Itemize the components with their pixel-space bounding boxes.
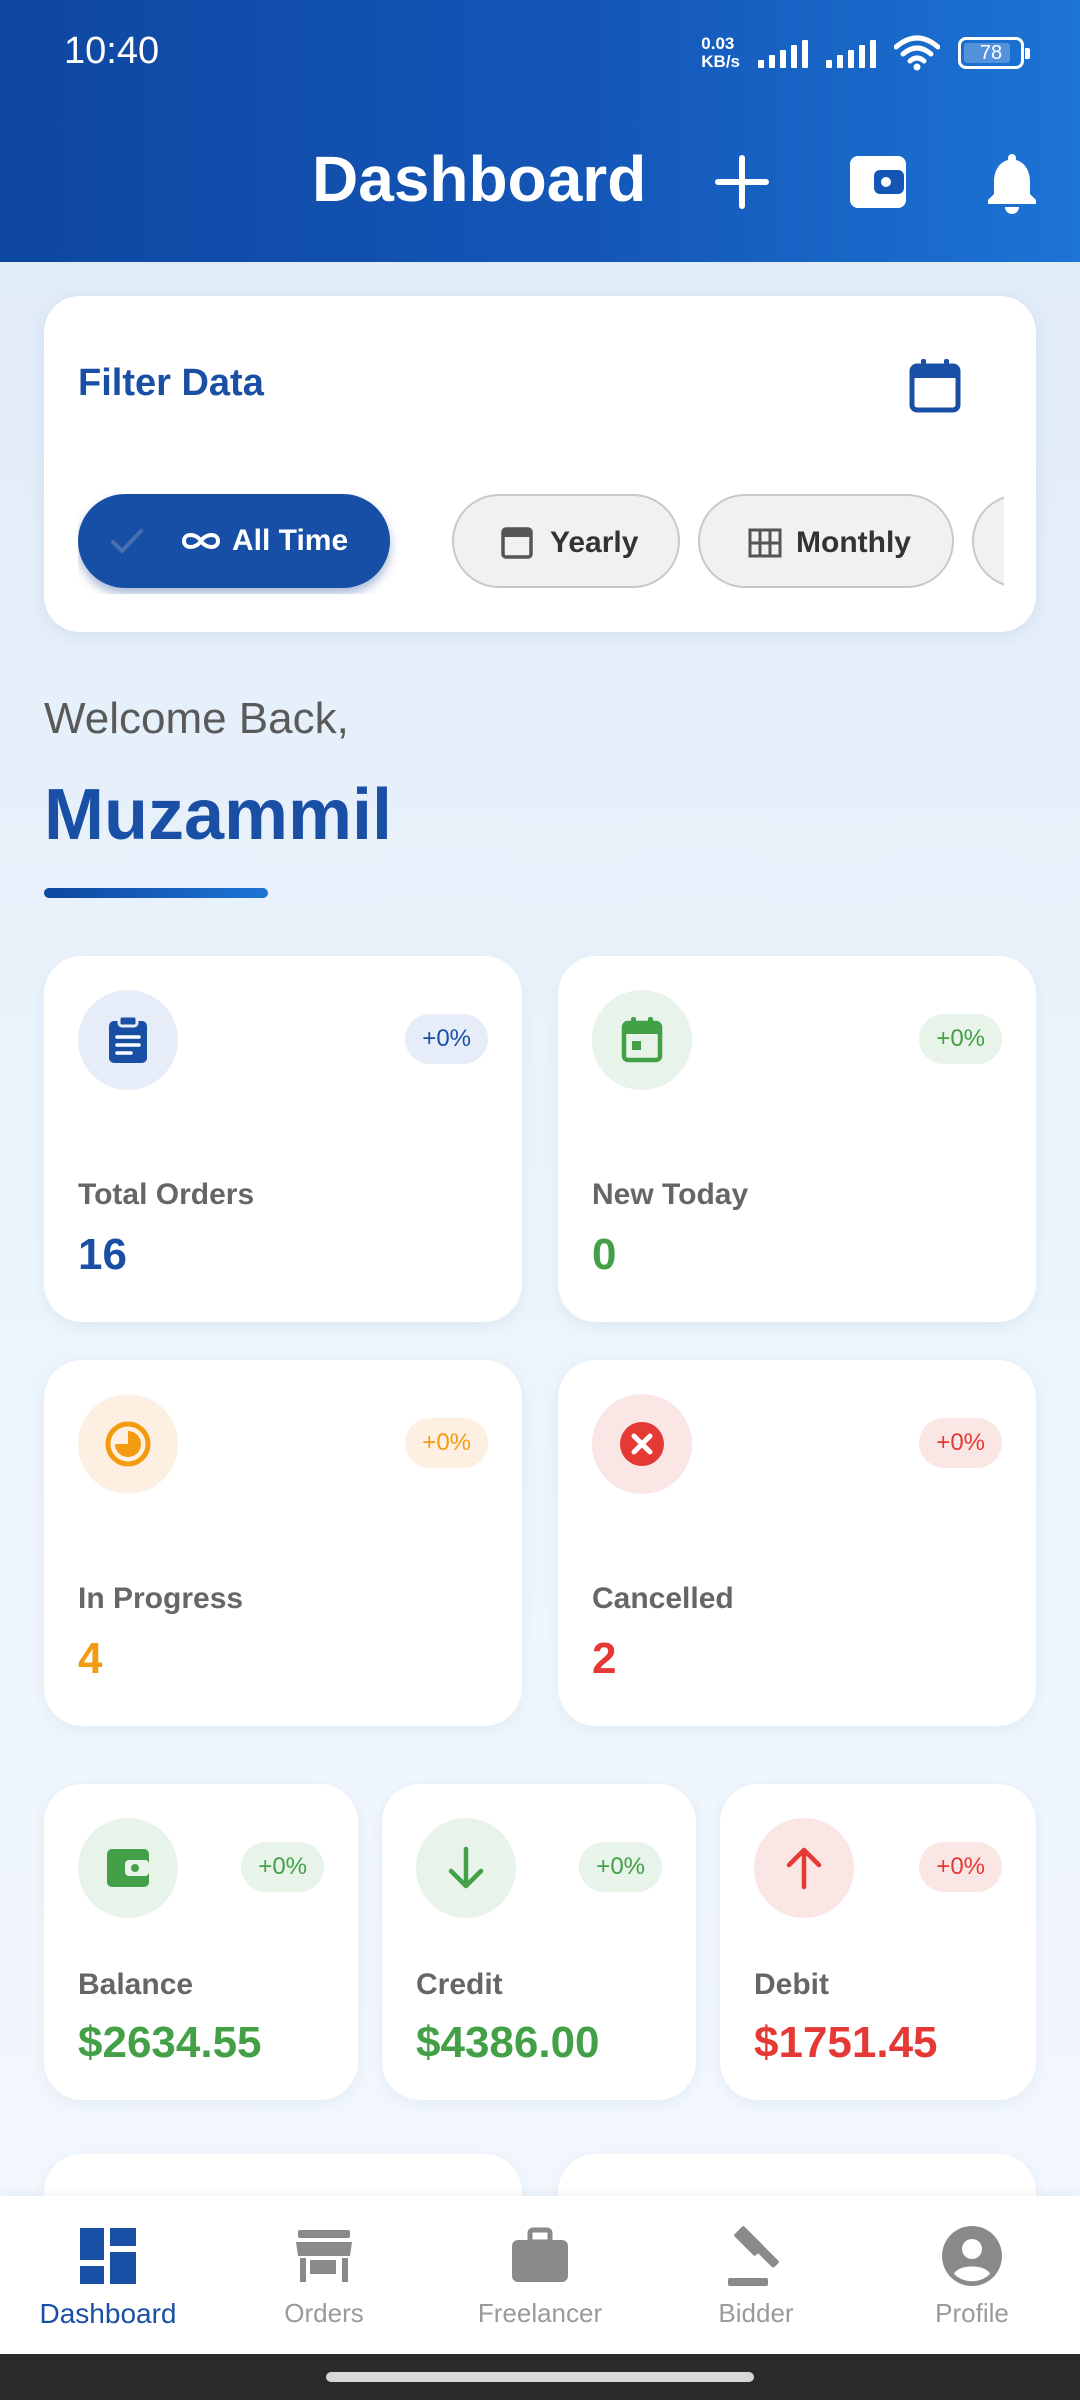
nav-label: Orders (284, 2298, 364, 2328)
wallet-icon[interactable] (846, 150, 910, 214)
gavel-icon (728, 2226, 779, 2286)
cancel-icon (592, 1394, 692, 1494)
add-icon[interactable] (710, 150, 774, 214)
finance-value: $2634.55 (78, 2018, 262, 2067)
finance-badge: +0% (579, 1842, 662, 1892)
stat-label: Total Orders (78, 1178, 255, 1211)
briefcase-icon (512, 2227, 568, 2282)
stat-value: 4 (78, 1634, 103, 1683)
nav-label: Freelancer (477, 2298, 603, 2328)
store-icon (296, 2230, 352, 2282)
finance-value: $4386.00 (416, 2018, 600, 2067)
stat-card-in-progress[interactable]: +0% In Progress 4 (44, 1360, 522, 1726)
status-time: 10:40 (64, 30, 160, 72)
chip-label: Monthly (796, 526, 911, 559)
check-icon (111, 529, 143, 554)
arrow-up-icon (754, 1818, 854, 1918)
nav-label: Bidder (718, 2298, 794, 2328)
title-underline (44, 888, 268, 898)
arrow-down-icon (416, 1818, 516, 1918)
chip-all-time[interactable]: All Time (78, 494, 390, 588)
user-name: Muzammil (44, 775, 393, 855)
infinity-icon (181, 533, 221, 549)
app-bar: 10:40 0.03 KB/s 78 Dashboard (0, 0, 1080, 262)
stat-card-new-today[interactable]: +0% New Today 0 (558, 956, 1036, 1322)
progress-clock-icon (78, 1394, 178, 1494)
system-nav-bar (0, 2354, 1080, 2400)
nav-dashboard[interactable]: Dashboard (0, 2196, 216, 2354)
finance-card-debit[interactable]: +0% Debit $1751.45 (720, 1784, 1036, 2100)
page-title: Dashboard (312, 143, 647, 215)
stat-value: 2 (592, 1634, 617, 1683)
chip-monthly[interactable]: Monthly (698, 494, 954, 588)
status-icons: 0.03 KB/s 78 (701, 30, 1030, 76)
wallet-icon (78, 1818, 178, 1918)
nav-orders[interactable]: Orders (216, 2196, 432, 2354)
stat-label: Cancelled (592, 1582, 734, 1615)
calendar-icon (501, 527, 533, 559)
stat-value: 0 (592, 1230, 617, 1279)
finance-card-balance[interactable]: +0% Balance $2634.55 (44, 1784, 358, 2100)
stat-value: 16 (78, 1230, 127, 1279)
finance-label: Balance (78, 1968, 194, 2001)
signal-icon (826, 38, 876, 68)
net-speed: 0.03 KB/s (701, 34, 740, 71)
nav-label: Dashboard (39, 2298, 177, 2329)
filter-title: Filter Data (78, 362, 264, 404)
grid-icon (748, 528, 782, 558)
chip-more[interactable] (972, 494, 1004, 588)
stat-label: In Progress (78, 1582, 244, 1615)
stat-badge: +0% (405, 1418, 488, 1468)
chip-label: Yearly (550, 526, 639, 559)
stat-label: New Today (592, 1178, 749, 1211)
finance-card-credit[interactable]: +0% Credit $4386.00 (382, 1784, 696, 2100)
calendar-icon (592, 990, 692, 1090)
dashboard-icon (80, 2228, 136, 2284)
profile-icon (942, 2226, 1002, 2286)
bell-icon[interactable] (980, 150, 1044, 214)
stat-badge: +0% (919, 1418, 1002, 1468)
calendar-icon[interactable] (908, 358, 962, 414)
chip-label: All Time (232, 524, 349, 557)
clipboard-icon (78, 990, 178, 1090)
battery-icon: 78 (958, 37, 1030, 69)
chip-yearly[interactable]: Yearly (452, 494, 680, 588)
signal-icon (758, 38, 808, 68)
nav-freelancer[interactable]: Freelancer (432, 2196, 648, 2354)
welcome-greeting: Welcome Back, (44, 694, 349, 743)
nav-label: Profile (935, 2298, 1009, 2328)
filter-card: Filter Data All Time Yearly Monthly (44, 296, 1036, 632)
bottom-navigation: Dashboard Orders Freelancer Bidder Profi… (0, 2196, 1080, 2354)
nav-bidder[interactable]: Bidder (648, 2196, 864, 2354)
filter-chips: All Time Yearly Monthly (78, 494, 1004, 594)
nav-profile[interactable]: Profile (864, 2196, 1080, 2354)
home-indicator[interactable] (326, 2372, 754, 2382)
stat-badge: +0% (919, 1014, 1002, 1064)
stat-badge: +0% (405, 1014, 488, 1064)
finance-label: Debit (754, 1968, 829, 2001)
wifi-icon (894, 35, 940, 71)
finance-badge: +0% (919, 1842, 1002, 1892)
finance-value: $1751.45 (754, 2018, 938, 2067)
finance-badge: +0% (241, 1842, 324, 1892)
stat-card-cancelled[interactable]: +0% Cancelled 2 (558, 1360, 1036, 1726)
stat-card-total-orders[interactable]: +0% Total Orders 16 (44, 956, 522, 1322)
finance-label: Credit (416, 1968, 503, 2001)
